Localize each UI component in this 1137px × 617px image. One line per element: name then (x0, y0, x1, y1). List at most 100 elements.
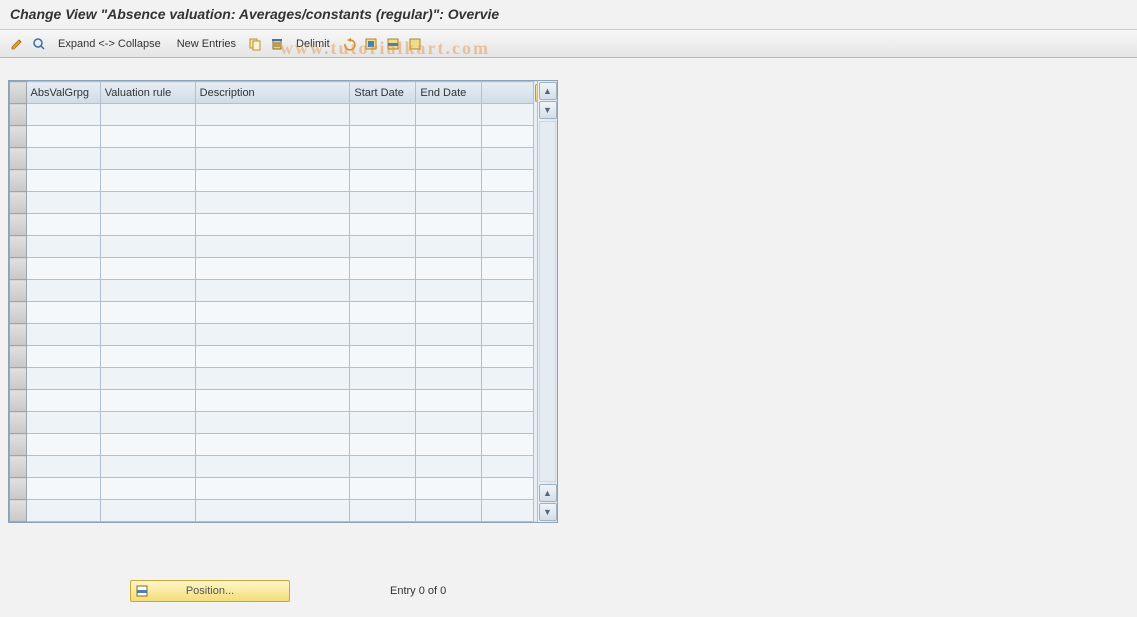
cell[interactable] (26, 214, 100, 236)
table-row[interactable] (10, 346, 534, 368)
cell[interactable] (195, 148, 350, 170)
cell[interactable] (350, 478, 416, 500)
scroll-track[interactable] (539, 121, 556, 482)
cell[interactable] (195, 280, 350, 302)
cell[interactable] (26, 500, 100, 522)
cell[interactable] (416, 346, 482, 368)
cell[interactable] (100, 148, 195, 170)
row-selector[interactable] (10, 324, 27, 346)
cell[interactable] (350, 126, 416, 148)
cell[interactable] (350, 500, 416, 522)
scroll-down-icon[interactable]: ▼ (539, 101, 557, 119)
table-row[interactable] (10, 456, 534, 478)
cell[interactable] (350, 456, 416, 478)
row-selector[interactable] (10, 214, 27, 236)
cell[interactable] (416, 324, 482, 346)
toggle-display-change-icon[interactable] (8, 35, 26, 53)
delete-icon[interactable] (268, 35, 286, 53)
cell[interactable] (100, 192, 195, 214)
row-selector[interactable] (10, 500, 27, 522)
cell[interactable] (26, 390, 100, 412)
cell[interactable] (26, 324, 100, 346)
cell[interactable] (26, 280, 100, 302)
cell[interactable] (416, 412, 482, 434)
table-row[interactable] (10, 302, 534, 324)
cell[interactable] (195, 368, 350, 390)
undo-icon[interactable] (340, 35, 358, 53)
table-row[interactable] (10, 390, 534, 412)
table-row[interactable] (10, 170, 534, 192)
cell[interactable] (100, 412, 195, 434)
cell[interactable] (195, 236, 350, 258)
cell[interactable] (416, 390, 482, 412)
cell[interactable] (416, 258, 482, 280)
cell[interactable] (26, 192, 100, 214)
cell[interactable] (482, 258, 534, 280)
col-header-valuation-rule[interactable]: Valuation rule (100, 82, 195, 104)
cell[interactable] (195, 192, 350, 214)
cell[interactable] (350, 148, 416, 170)
cell[interactable] (195, 302, 350, 324)
cell[interactable] (482, 148, 534, 170)
row-selector[interactable] (10, 368, 27, 390)
cell[interactable] (195, 500, 350, 522)
scroll-down2-icon[interactable]: ▼ (539, 503, 557, 521)
cell[interactable] (350, 368, 416, 390)
cell[interactable] (100, 214, 195, 236)
cell[interactable] (350, 324, 416, 346)
cell[interactable] (350, 434, 416, 456)
table-row[interactable] (10, 412, 534, 434)
col-header-absvalgrpg[interactable]: AbsValGrpg (26, 82, 100, 104)
select-block-icon[interactable] (384, 35, 402, 53)
cell[interactable] (350, 390, 416, 412)
cell[interactable] (100, 170, 195, 192)
cell[interactable] (26, 302, 100, 324)
cell[interactable] (482, 368, 534, 390)
cell[interactable] (482, 170, 534, 192)
table-row[interactable] (10, 324, 534, 346)
cell[interactable] (416, 368, 482, 390)
row-selector[interactable] (10, 478, 27, 500)
cell[interactable] (26, 456, 100, 478)
cell[interactable] (195, 126, 350, 148)
cell[interactable] (482, 214, 534, 236)
row-selector-header[interactable] (10, 82, 27, 104)
cell[interactable] (482, 390, 534, 412)
cell[interactable] (100, 258, 195, 280)
cell[interactable] (482, 478, 534, 500)
table-row[interactable] (10, 434, 534, 456)
table-row[interactable] (10, 280, 534, 302)
cell[interactable] (350, 170, 416, 192)
cell[interactable] (100, 324, 195, 346)
cell[interactable] (26, 258, 100, 280)
scroll-up2-icon[interactable]: ▲ (539, 484, 557, 502)
table-row[interactable] (10, 148, 534, 170)
row-selector[interactable] (10, 236, 27, 258)
cell[interactable] (26, 148, 100, 170)
cell[interactable] (350, 214, 416, 236)
cell[interactable] (482, 324, 534, 346)
cell[interactable] (26, 412, 100, 434)
cell[interactable] (26, 346, 100, 368)
cell[interactable] (100, 434, 195, 456)
cell[interactable] (26, 236, 100, 258)
cell[interactable] (416, 478, 482, 500)
cell[interactable] (350, 412, 416, 434)
cell[interactable] (416, 434, 482, 456)
cell[interactable] (195, 324, 350, 346)
cell[interactable] (195, 412, 350, 434)
cell[interactable] (26, 368, 100, 390)
delimit-button[interactable]: Delimit (290, 36, 336, 52)
cell[interactable] (416, 104, 482, 126)
cell[interactable] (100, 500, 195, 522)
deselect-all-icon[interactable] (406, 35, 424, 53)
cell[interactable] (416, 192, 482, 214)
row-selector[interactable] (10, 192, 27, 214)
cell[interactable] (482, 500, 534, 522)
row-selector[interactable] (10, 258, 27, 280)
cell[interactable] (100, 104, 195, 126)
new-entries-button[interactable]: New Entries (171, 36, 242, 52)
table-row[interactable] (10, 236, 534, 258)
cell[interactable] (482, 192, 534, 214)
cell[interactable] (482, 104, 534, 126)
